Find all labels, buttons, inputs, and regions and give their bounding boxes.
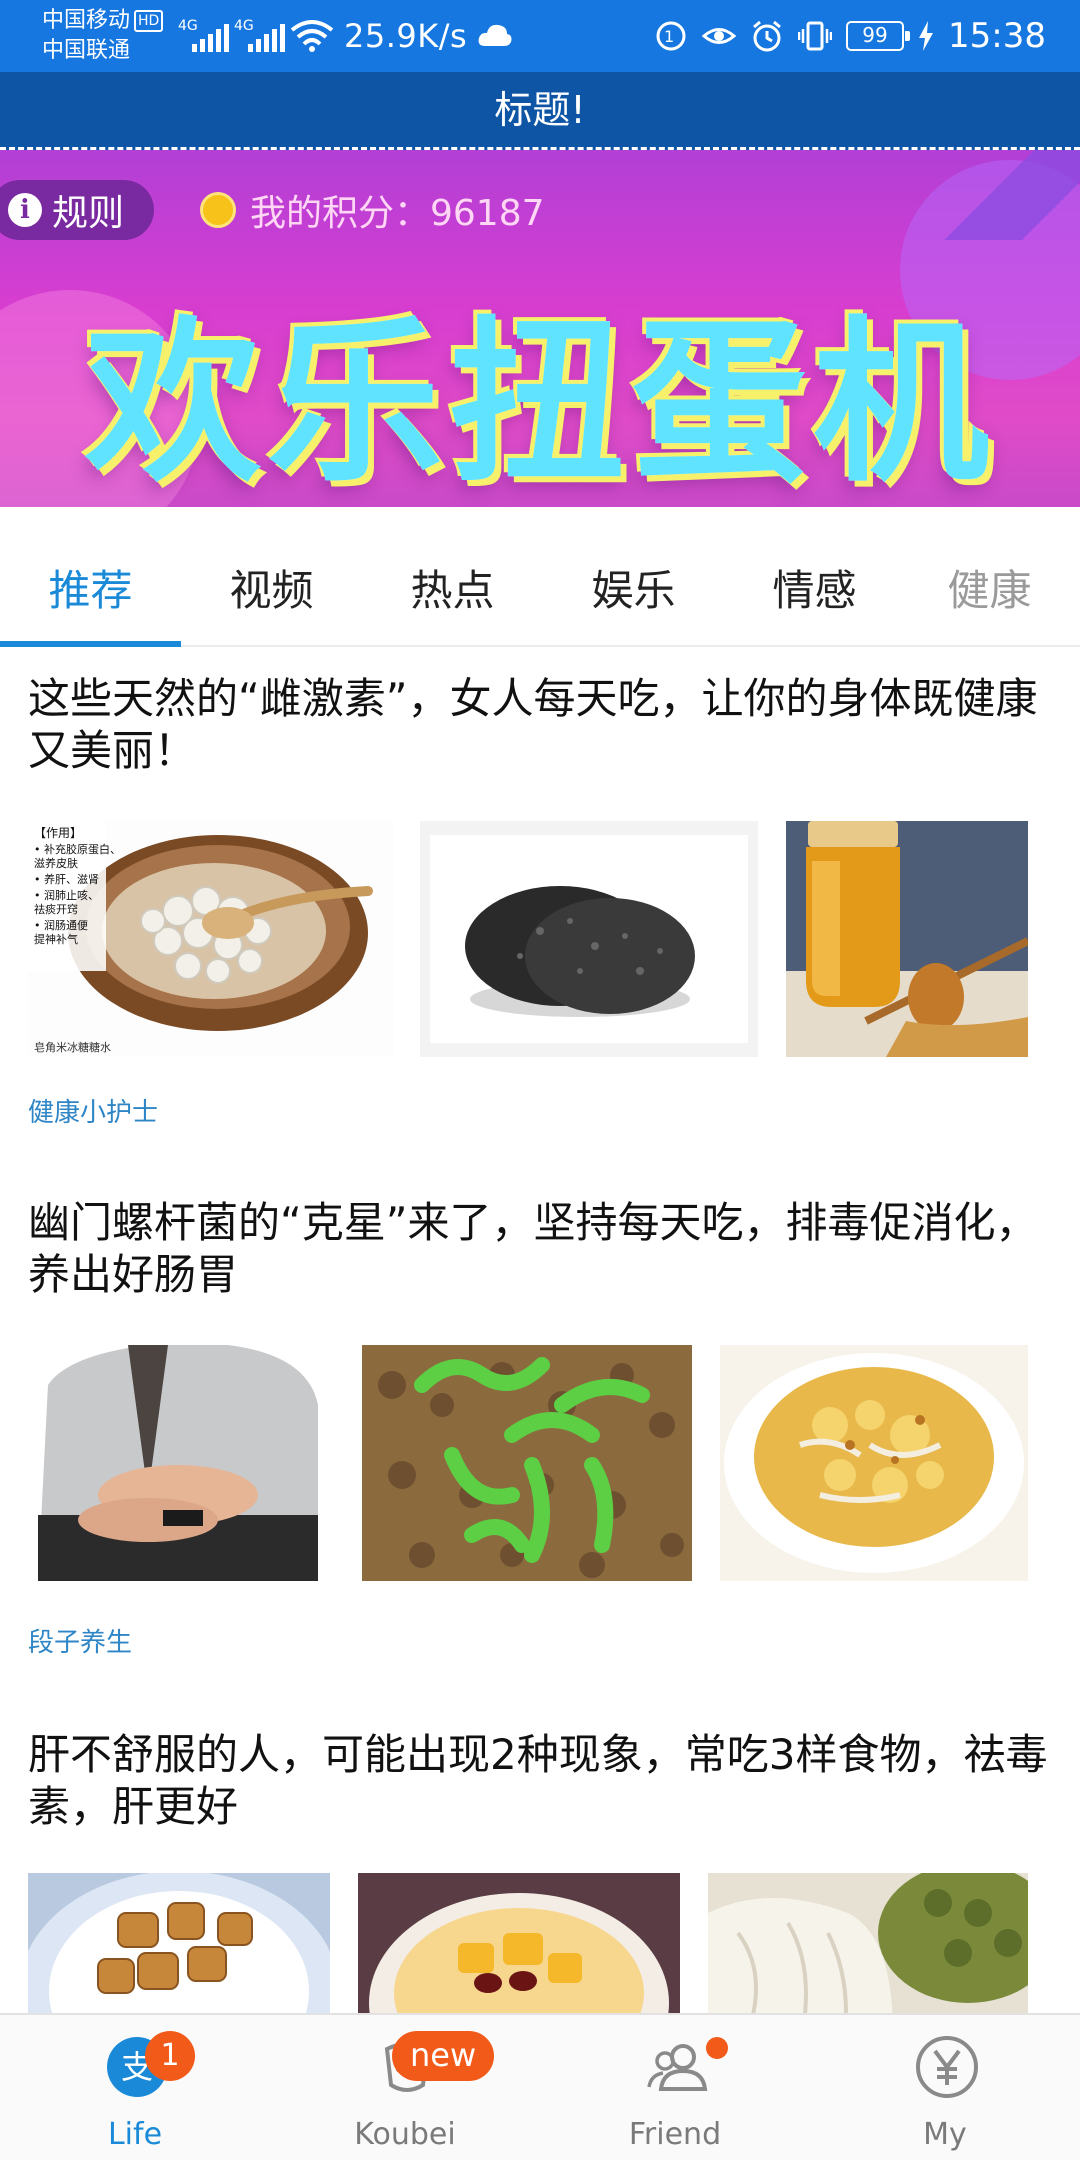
title-bar: 标题! [0,72,1080,150]
wifi-icon [290,20,334,52]
svg-text:滋养皮肤: 滋养皮肤 [34,856,78,870]
carrier-info: 中国移动 HD 中国联通 [42,6,164,66]
nav-life[interactable]: 支 1 Life [0,2015,270,2162]
article-source[interactable]: 健康小护士 [28,1092,158,1129]
page-title: 标题! [494,88,586,132]
rules-label: 规则 [52,193,125,234]
signal-icon: 4G [178,18,229,54]
yuan-icon [916,2036,978,2098]
signal-icon: 4G [234,18,285,54]
info-icon: i [8,193,42,227]
svg-text:1: 1 [664,27,674,46]
svg-text:皂角米冰糖糖水: 皂角米冰糖糖水 [34,1040,111,1054]
coin-icon [200,192,236,228]
points-label: 我的积分：96187 [250,193,545,234]
banner-title: 欢乐扭蛋机 [84,301,995,506]
vibrate-icon [798,21,833,51]
nav-my[interactable]: My [810,2015,1080,2162]
nav-label: Friend [628,2117,722,2152]
article-source[interactable]: 段子养生 [28,1622,132,1659]
network-indicators: 4G 4G 25.9K/s [178,14,513,58]
article-images: 【作用】 • 补充胶原蛋白、 滋养皮肤 • 养肝、滋肾 • 润肺止咳、 祛痰开窍… [28,821,1028,1057]
clock: 15:38 [948,16,1046,56]
promo-banner[interactable]: i 规则 我的积分：96187 欢乐扭蛋机 [0,150,1080,507]
article-title[interactable]: 幽门螺杆菌的“克星”来了，坚持每天吃，排毒促消化，养出好肠胃 [28,1197,1058,1301]
banner-ribbon [930,150,1080,240]
friends-icon [647,2044,708,2091]
tab-video[interactable]: 视频 [181,557,362,618]
cloud-icon [478,24,512,46]
sync-icon: 1 [656,21,686,51]
svg-text:• 润肺止咳、: • 润肺止咳、 [34,888,99,902]
status-bar: 中国移动 HD 中国联通 4G 4G 25.9K/s 1 99 15:38 [0,0,1080,72]
network-speed: 25.9K/s [344,17,468,55]
news-card[interactable]: 肝不舒服的人，可能出现2种现象，常吃3样食物，祛毒素，肝更好 [0,1707,1080,2013]
new-badge: new [392,2031,495,2081]
charging-icon [919,21,934,51]
eye-icon [702,28,737,44]
article-title[interactable]: 肝不舒服的人，可能出现2种现象，常吃3样食物，祛毒素，肝更好 [28,1729,1058,1833]
news-feed[interactable]: 这些天然的“雌激素”，女人每天吃，让你的身体既健康又美丽！ 【作用】 • 补充胶… [0,647,1080,2013]
fried-egg-dish-image[interactable] [720,1345,1028,1581]
nav-label: Koubei [354,2117,456,2152]
tab-health[interactable]: 健康 [899,557,1080,618]
white-fruit-image[interactable] [708,1873,1028,2013]
system-indicators: 1 99 15:38 [654,14,1046,58]
fruit-soup-image[interactable] [358,1873,680,2013]
tab-entertainment[interactable]: 娱乐 [543,557,724,618]
bacteria-image[interactable] [362,1345,692,1581]
svg-text:• 养肝、滋肾: • 养肝、滋肾 [34,872,99,886]
battery-icon: 99 [846,21,911,51]
notification-dot [706,2037,728,2059]
svg-text:• 润肠通便: • 润肠通便 [34,918,88,932]
article-title[interactable]: 这些天然的“雌激素”，女人每天吃，让你的身体既健康又美丽！ [28,673,1058,777]
notification-badge: 1 [145,2031,195,2081]
article-images [28,1873,1028,2013]
alarm-icon [753,20,781,52]
tab-hot[interactable]: 热点 [362,557,543,618]
hd-badge: HD [134,10,164,32]
svg-text:• 补充胶原蛋白、: • 补充胶原蛋白、 [34,842,121,856]
category-tabs: 推荐 视频 热点 娱乐 情感 健康 [0,507,1080,647]
black-sesame-cake-image[interactable] [420,821,758,1057]
honey-jar-image[interactable] [786,821,1028,1057]
tab-emotion[interactable]: 情感 [724,557,905,618]
carrier-2: 中国联通 [42,38,131,63]
points-display: 我的积分：96187 [200,182,545,238]
svg-text:提神补气: 提神补气 [34,932,78,946]
article-images [28,1345,1028,1581]
carrier-1: 中国移动 [42,8,131,33]
bottom-navigation: 支 1 Life new Koubei Friend My [0,2013,1080,2160]
tremella-soup-image[interactable]: 【作用】 • 补充胶原蛋白、 滋养皮肤 • 养肝、滋肾 • 润肺止咳、 祛痰开窍… [28,821,394,1057]
nav-koubei[interactable]: new Koubei [270,2015,540,2162]
tab-recommend[interactable]: 推荐 [0,557,181,618]
stomach-ache-image[interactable] [28,1345,334,1581]
news-card[interactable]: 幽门螺杆菌的“克星”来了，坚持每天吃，排毒促消化，养出好肠胃 段子养生 [0,1177,1080,1697]
fried-yam-image[interactable] [28,1873,330,2013]
svg-text:【作用】: 【作用】 [34,826,82,840]
nav-friend[interactable]: Friend [540,2015,810,2162]
nav-label: My [923,2117,967,2152]
rules-button[interactable]: i 规则 [0,180,155,240]
news-card[interactable]: 这些天然的“雌激素”，女人每天吃，让你的身体既健康又美丽！ 【作用】 • 补充胶… [0,647,1080,1167]
nav-label: Life [107,2117,163,2152]
svg-text:祛痰开窍: 祛痰开窍 [34,902,78,916]
